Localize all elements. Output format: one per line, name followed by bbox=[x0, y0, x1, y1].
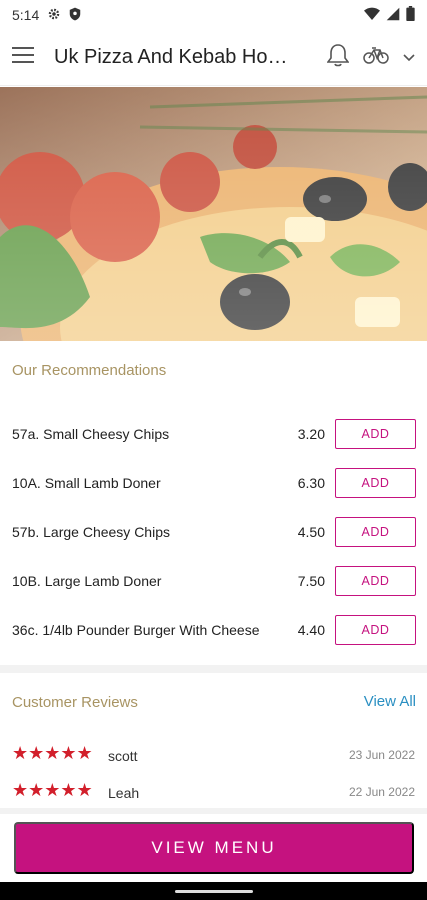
add-button[interactable]: ADD bbox=[335, 566, 416, 596]
view-all-link[interactable]: View All bbox=[364, 693, 416, 710]
recommendation-item: 36c. 1/4lb Pounder Burger With Cheese 4.… bbox=[0, 613, 427, 647]
gear-icon bbox=[47, 7, 61, 24]
hamburger-menu-icon[interactable] bbox=[12, 46, 34, 69]
section-divider bbox=[0, 665, 427, 673]
wifi-icon bbox=[364, 7, 380, 24]
item-name: 57a. Small Cheesy Chips bbox=[12, 426, 170, 442]
item-name: 10B. Large Lamb Doner bbox=[12, 573, 162, 589]
recommendation-item: 10B. Large Lamb Doner 7.50 ADD bbox=[0, 564, 427, 598]
bicycle-icon[interactable] bbox=[363, 45, 389, 70]
review-item: ★★★★★ scott 23 Jun 2022 bbox=[0, 743, 427, 765]
add-button[interactable]: ADD bbox=[335, 615, 416, 645]
item-price: 7.50 bbox=[297, 573, 325, 589]
reviews-title: Customer Reviews bbox=[12, 694, 138, 711]
add-button[interactable]: ADD bbox=[335, 517, 416, 547]
review-item: ★★★★★ Leah 22 Jun 2022 bbox=[0, 780, 427, 802]
status-bar: 5:14 bbox=[0, 0, 427, 30]
item-name: 10A. Small Lamb Doner bbox=[12, 475, 161, 491]
shield-icon bbox=[69, 7, 81, 24]
star-rating: ★★★★★ bbox=[12, 780, 93, 800]
star-rating: ★★★★★ bbox=[12, 743, 93, 763]
item-name: 36c. 1/4lb Pounder Burger With Cheese bbox=[12, 622, 260, 638]
review-date: 22 Jun 2022 bbox=[348, 785, 415, 799]
recommendations-title: Our Recommendations bbox=[12, 362, 167, 379]
app-bar: Uk Pizza And Kebab House bbox=[0, 30, 427, 86]
chevron-down-icon[interactable] bbox=[403, 49, 415, 67]
item-price: 4.40 bbox=[297, 622, 325, 638]
item-price: 6.30 bbox=[297, 475, 325, 491]
signal-icon bbox=[386, 7, 400, 24]
battery-icon bbox=[406, 6, 415, 24]
add-button[interactable]: ADD bbox=[335, 468, 416, 498]
bell-icon[interactable] bbox=[326, 43, 350, 72]
page-title: Uk Pizza And Kebab House bbox=[54, 46, 294, 68]
recommendation-item: 57a. Small Cheesy Chips 3.20 ADD bbox=[0, 417, 427, 451]
restaurant-hero-image bbox=[0, 87, 427, 341]
section-divider bbox=[0, 808, 427, 814]
item-price: 3.20 bbox=[297, 426, 325, 442]
reviewer-name: Leah bbox=[108, 785, 140, 801]
item-price: 4.50 bbox=[297, 524, 325, 540]
item-name: 57b. Large Cheesy Chips bbox=[12, 524, 170, 540]
recommendation-item: 57b. Large Cheesy Chips 4.50 ADD bbox=[0, 515, 427, 549]
status-time: 5:14 bbox=[12, 7, 40, 23]
system-navigation-bar bbox=[0, 882, 427, 900]
recommendation-item: 10A. Small Lamb Doner 6.30 ADD bbox=[0, 466, 427, 500]
view-menu-button[interactable]: VIEW MENU bbox=[14, 822, 414, 874]
reviewer-name: scott bbox=[108, 748, 138, 764]
home-indicator[interactable] bbox=[175, 890, 253, 893]
add-button[interactable]: ADD bbox=[335, 419, 416, 449]
review-date: 23 Jun 2022 bbox=[348, 748, 415, 762]
